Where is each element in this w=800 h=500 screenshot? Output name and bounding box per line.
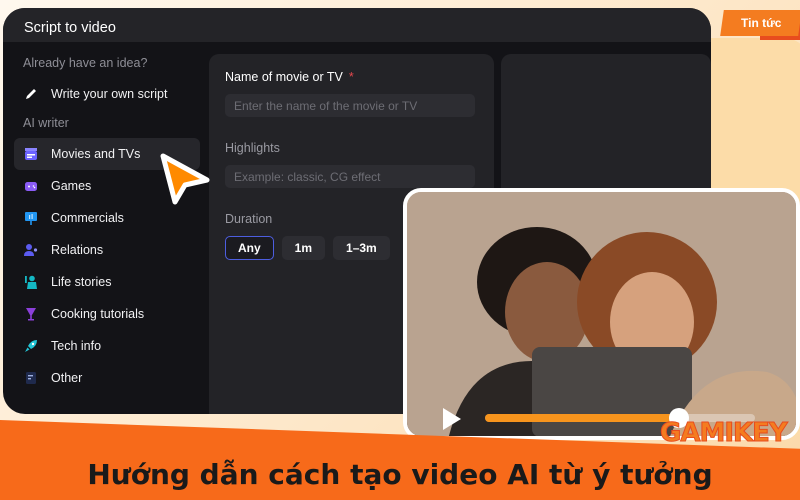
video-preview[interactable] <box>403 188 800 440</box>
duration-option-any[interactable]: Any <box>225 236 274 260</box>
sidebar-item-label: Commercials <box>51 211 124 225</box>
ai-writer-heading: AI writer <box>23 116 69 130</box>
sidebar-item-label: Movies and TVs <box>51 147 141 161</box>
people-icon <box>24 243 38 257</box>
sidebar-item-label: Life stories <box>51 275 112 289</box>
idea-heading: Already have an idea? <box>23 56 148 70</box>
clapperboard-icon <box>24 147 38 161</box>
sidebar-item-label: Write your own script <box>51 87 168 101</box>
highlights-label: Highlights <box>225 141 280 155</box>
sidebar-item-tech-info[interactable]: Tech info <box>14 330 200 362</box>
pencil-icon <box>24 87 38 101</box>
name-label: Name of movie or TV * <box>225 70 478 84</box>
sidebar-item-other[interactable]: Other <box>14 362 200 394</box>
gamepad-icon <box>24 179 38 193</box>
footer-title: Hướng dẫn cách tạo video AI từ ý tưởng <box>87 458 713 491</box>
duration-option-1m[interactable]: 1m <box>281 236 326 260</box>
window-title: Script to video <box>3 8 711 42</box>
billboard-icon <box>24 211 38 225</box>
sidebar-item-label: Games <box>51 179 92 193</box>
pointer-cursor-icon <box>160 153 210 205</box>
couple-photo <box>407 192 796 436</box>
duration-option-1-3m[interactable]: 1–3m <box>333 236 390 260</box>
note-icon <box>24 371 38 385</box>
play-icon[interactable] <box>441 406 463 432</box>
goblet-icon <box>24 307 38 321</box>
sidebar-item-label: Tech info <box>51 339 102 353</box>
sidebar-item-label: Other <box>51 371 83 385</box>
sidebar-item-life-stories[interactable]: Life stories <box>14 266 200 298</box>
rocket-icon <box>24 339 38 353</box>
sidebar-item-cooking[interactable]: Cooking tutorials <box>14 298 200 330</box>
news-badge[interactable]: Tin tức <box>720 10 800 36</box>
person-wave-icon <box>24 275 38 289</box>
news-badge-label: Tin tức <box>740 16 782 30</box>
sidebar-item-write-script[interactable]: Write your own script <box>14 78 200 110</box>
movie-name-input[interactable] <box>225 94 475 117</box>
name-label-text: Name of movie or TV <box>225 70 343 84</box>
gamikey-logo: GAMIKEY <box>660 418 789 449</box>
sidebar: Already have an idea? Write your own scr… <box>3 42 208 414</box>
required-mark: * <box>348 70 354 84</box>
highlights-input[interactable] <box>225 165 475 188</box>
sidebar-item-commercials[interactable]: Commercials <box>14 202 200 234</box>
video-progress-fill <box>485 414 680 422</box>
sidebar-item-label: Cooking tutorials <box>51 307 145 321</box>
sidebar-item-label: Relations <box>51 243 104 257</box>
sidebar-item-relations[interactable]: Relations <box>14 234 200 266</box>
